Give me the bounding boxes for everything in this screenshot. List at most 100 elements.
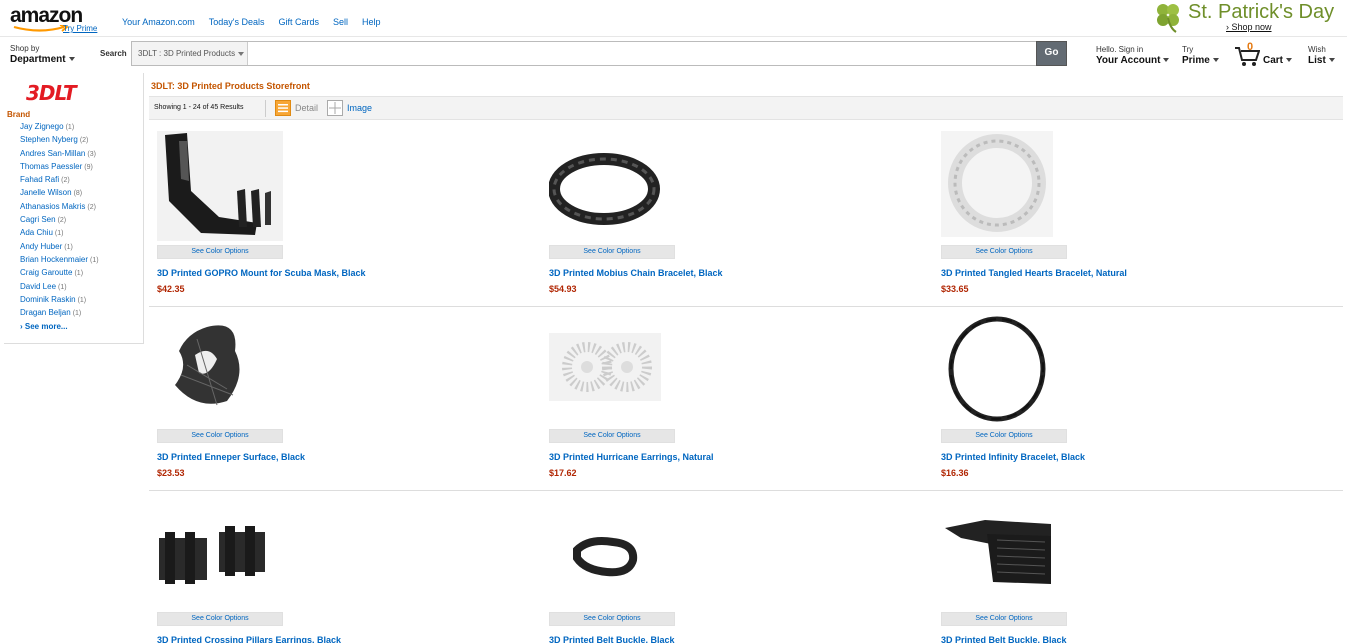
- brand-filter-link[interactable]: Craig Garoutte: [20, 268, 72, 277]
- product-title[interactable]: 3D Printed Hurricane Earrings, Natural: [549, 452, 714, 462]
- try-label: Try: [1182, 45, 1194, 54]
- list-view-icon: [275, 100, 291, 116]
- brand-count: (1): [65, 124, 75, 131]
- sign-in-greeting: Hello. Sign in: [1096, 45, 1144, 54]
- shop-by-label: Shop by: [10, 44, 40, 53]
- see-color-options-button[interactable]: See Color Options: [941, 612, 1067, 626]
- product-title[interactable]: 3D Printed Belt Buckle, Black: [549, 635, 675, 643]
- search-go-button[interactable]: Go: [1036, 41, 1067, 66]
- shop-by-department[interactable]: Shop by Department: [10, 43, 75, 65]
- brand-filter-link[interactable]: Cagri Sen: [20, 215, 56, 224]
- product-title[interactable]: 3D Printed GOPRO Mount for Scuba Mask, B…: [157, 268, 366, 278]
- nav-bar: Shop by Department Search 3DLT : 3D Prin…: [0, 36, 1347, 73]
- brand-filter-link[interactable]: Ada Chiu: [20, 228, 53, 237]
- brand-filter-item: Fahad Rafi (2): [20, 175, 99, 188]
- brand-filter-item: Andy Huber (1): [20, 242, 99, 255]
- promo-shop-now-link[interactable]: › Shop now: [1226, 22, 1272, 32]
- top-link-gift-cards[interactable]: Gift Cards: [278, 17, 319, 27]
- see-color-options-button[interactable]: See Color Options: [549, 612, 675, 626]
- brand-filter-link[interactable]: Andy Huber: [20, 242, 62, 251]
- department-label: Department: [10, 54, 75, 65]
- see-color-options-button[interactable]: See Color Options: [549, 245, 675, 259]
- belt-buckle-image[interactable]: [549, 498, 675, 608]
- hurricane-earrings-image[interactable]: [549, 315, 675, 425]
- brand-filter-link[interactable]: Dominik Raskin: [20, 295, 76, 304]
- top-link-sell[interactable]: Sell: [333, 17, 348, 27]
- product-title[interactable]: 3D Printed Belt Buckle, Black: [941, 635, 1067, 643]
- detail-view-label: Detail: [295, 103, 319, 113]
- brand-count: (1): [64, 243, 73, 251]
- belt-buckle-image[interactable]: [941, 498, 1067, 608]
- wish-list-menu[interactable]: Wish List: [1308, 44, 1335, 66]
- brand-count: (1): [77, 296, 87, 304]
- brand-filter-item: Ada Chiu (1): [20, 228, 99, 241]
- brand-filter-link[interactable]: Jay Zignego: [20, 122, 64, 131]
- brand-filter-list: Jay Zignego (1) Stephen Nyberg (2) Andres …: [20, 122, 99, 321]
- product-title[interactable]: 3D Printed Crossing Pillars Earrings, Bl…: [157, 635, 341, 643]
- brand-filter-item: Craig Garoutte (1): [20, 268, 99, 281]
- top-link-your-amazon[interactable]: Your Amazon.com: [122, 17, 195, 27]
- prime-label: Prime: [1182, 55, 1210, 66]
- st-patricks-promo[interactable]: St. Patrick's Day › Shop now: [1150, 0, 1340, 34]
- product-card: See Color Options 3D Printed Belt Buckle…: [941, 498, 1321, 643]
- brand-filter-link[interactable]: Brian Hockenmaier: [20, 255, 88, 264]
- product-card: See Color Options 3D Printed Hurricane E…: [549, 315, 929, 485]
- product-title[interactable]: 3D Printed Mobius Chain Bracelet, Black: [549, 268, 723, 278]
- brand-filter-link[interactable]: David Lee: [20, 282, 56, 291]
- brand-count: (2): [79, 137, 89, 145]
- brand-filter-link[interactable]: Athanasios Makris: [20, 202, 85, 211]
- row-divider: [149, 306, 1343, 307]
- product-title[interactable]: 3D Printed Infinity Bracelet, Black: [941, 452, 1085, 462]
- see-color-options-button[interactable]: See Color Options: [941, 245, 1067, 259]
- cart-button[interactable]: 0 Cart: [1234, 41, 1304, 69]
- brand-filter-link[interactable]: Janelle Wilson: [20, 188, 72, 197]
- see-color-options-button[interactable]: See Color Options: [157, 429, 283, 443]
- see-color-options-button[interactable]: See Color Options: [157, 245, 283, 259]
- mobius-bracelet-image[interactable]: [549, 131, 675, 241]
- brand-filter-item: Dominik Raskin (1): [20, 295, 99, 308]
- detail-view-toggle[interactable]: Detail: [275, 100, 335, 118]
- prime-menu[interactable]: Try Prime: [1182, 44, 1219, 66]
- your-account-menu[interactable]: Hello. Sign in Your Account: [1096, 44, 1170, 66]
- search-label: Search: [100, 49, 127, 58]
- gopro-mount-image[interactable]: [157, 131, 283, 241]
- brand-filter-link[interactable]: Stephen Nyberg: [20, 135, 78, 144]
- see-color-options-button[interactable]: See Color Options: [941, 429, 1067, 443]
- product-title[interactable]: 3D Printed Tangled Hearts Bracelet, Natu…: [941, 268, 1127, 278]
- top-link-todays-deals[interactable]: Today's Deals: [209, 17, 265, 27]
- top-link-help[interactable]: Help: [362, 17, 381, 27]
- product-price: $17.62: [549, 468, 577, 478]
- brand-count: (3): [87, 150, 96, 158]
- amazon-logo[interactable]: amazon Try Prime: [10, 5, 97, 34]
- image-view-label: Image: [347, 103, 373, 113]
- tangled-hearts-bracelet-image[interactable]: [941, 131, 1067, 241]
- brand-filter-link[interactable]: Fahad Rafi: [20, 175, 59, 184]
- search-scope-dropdown[interactable]: 3DLT : 3D Printed Products: [132, 42, 248, 65]
- search-input[interactable]: [249, 42, 1036, 65]
- 3dlt-brand-logo[interactable]: 3DLT: [26, 81, 77, 105]
- infinity-bracelet-image[interactable]: [941, 315, 1067, 425]
- crossing-pillars-earrings-image[interactable]: [157, 498, 283, 608]
- brand-count: (2): [87, 203, 96, 211]
- try-prime-link[interactable]: Try Prime: [63, 24, 97, 33]
- see-more-label: See more...: [24, 322, 68, 331]
- image-view-toggle[interactable]: Image: [327, 100, 387, 118]
- brand-filter-link[interactable]: Dragan Beljan: [20, 308, 71, 317]
- chevron-down-icon: [1163, 58, 1170, 63]
- brand-count: (1): [90, 256, 99, 264]
- product-card: See Color Options 3D Printed GOPRO Mount…: [157, 131, 537, 301]
- brand-count: (1): [72, 310, 82, 318]
- brand-count: (9): [84, 163, 93, 171]
- see-color-options-button[interactable]: See Color Options: [157, 612, 283, 626]
- top-header: amazon Try Prime Your Amazon.com Today's…: [0, 0, 1347, 36]
- grid-view-icon: [327, 100, 343, 116]
- see-color-options-button[interactable]: See Color Options: [549, 429, 675, 443]
- divider: [265, 100, 266, 117]
- brand-filter-link[interactable]: Andres San-Millan: [20, 149, 85, 158]
- row-divider: [149, 490, 1343, 491]
- product-title[interactable]: 3D Printed Enneper Surface, Black: [157, 452, 305, 462]
- your-account-label: Your Account: [1096, 55, 1161, 66]
- enneper-surface-image[interactable]: [157, 315, 283, 425]
- see-more-brands-link[interactable]: › See more...: [20, 322, 68, 331]
- brand-filter-link[interactable]: Thomas Paessler: [20, 162, 82, 171]
